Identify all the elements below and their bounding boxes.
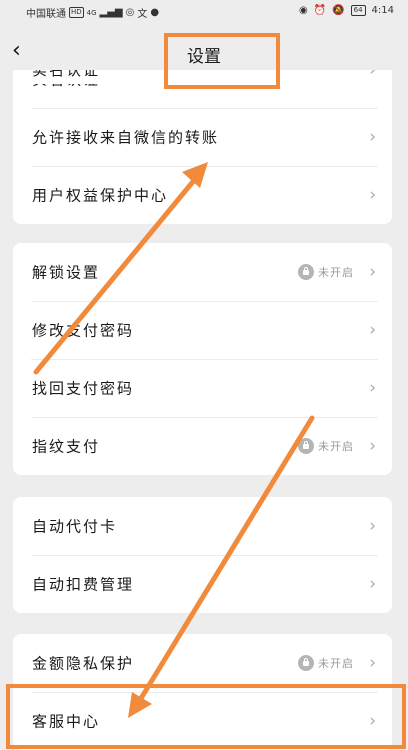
arrow-line-down bbox=[137, 415, 315, 703]
annotation-arrows bbox=[33, 162, 315, 718]
arrow-head-up bbox=[182, 162, 208, 188]
arrow-line-up bbox=[33, 175, 199, 375]
